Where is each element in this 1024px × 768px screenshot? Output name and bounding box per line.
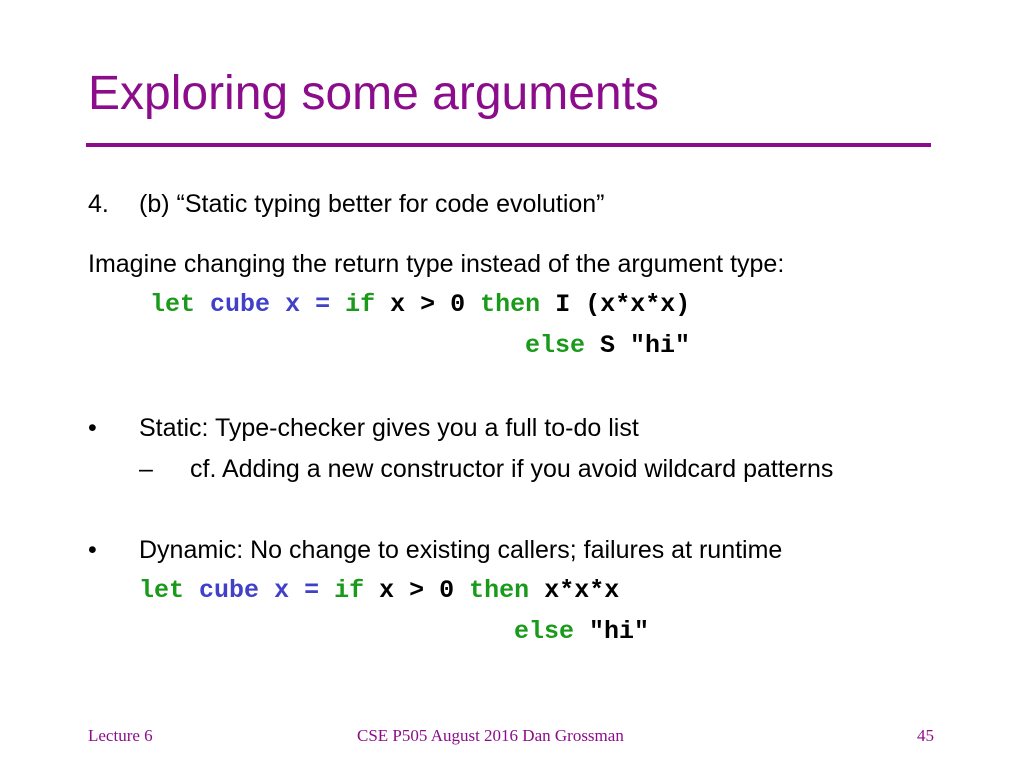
code-text: I (x*x*x)	[540, 290, 691, 319]
code-identifier: =	[304, 576, 320, 605]
code-text: S "hi"	[585, 331, 691, 360]
code-block-2-line-2: else "hi"	[514, 619, 649, 644]
code-keyword: if	[334, 576, 365, 605]
footer-lecture: Lecture 6	[88, 726, 153, 745]
slide-title: Exploring some arguments	[88, 67, 659, 120]
code-keyword: then	[469, 576, 530, 605]
code-identifier: x	[274, 576, 290, 605]
code-keyword: if	[345, 290, 376, 319]
footer-course: CSE P505 August 2016 Dan Grossman	[357, 726, 624, 745]
code-keyword: else	[525, 331, 586, 360]
code-block-2-line-1: let cube x = if x > 0 then x*x*x	[139, 578, 619, 603]
code-block-1-line-1: let cube x = if x > 0 then I (x*x*x)	[150, 292, 690, 317]
bullet-dynamic: Dynamic: No change to existing callers; …	[139, 536, 783, 564]
code-identifier: x	[285, 290, 301, 319]
code-keyword: let	[139, 576, 185, 605]
sub-bullet-constructor: cf. Adding a new constructor if you avoi…	[190, 455, 834, 483]
sub-bullet-marker: –	[139, 455, 153, 483]
item-number: 4.	[88, 190, 109, 218]
code-text: "hi"	[574, 617, 650, 646]
code-text: x > 0	[364, 576, 470, 605]
item-text: (b) “Static typing better for code evolu…	[139, 190, 605, 218]
code-keyword: let	[150, 290, 196, 319]
code-keyword: then	[480, 290, 541, 319]
code-identifier: cube	[210, 290, 271, 319]
footer-page-number: 45	[917, 726, 934, 745]
intro-text: Imagine changing the return type instead…	[88, 250, 785, 278]
code-identifier: =	[315, 290, 331, 319]
code-text: x > 0	[375, 290, 481, 319]
code-text: x*x*x	[529, 576, 620, 605]
bullet-marker: •	[88, 414, 97, 442]
code-identifier: cube	[199, 576, 260, 605]
code-keyword: else	[514, 617, 575, 646]
bullet-marker: •	[88, 536, 97, 564]
code-block-1-line-2: else S "hi"	[525, 333, 690, 358]
title-divider	[86, 143, 931, 147]
bullet-static: Static: Type-checker gives you a full to…	[139, 414, 639, 442]
